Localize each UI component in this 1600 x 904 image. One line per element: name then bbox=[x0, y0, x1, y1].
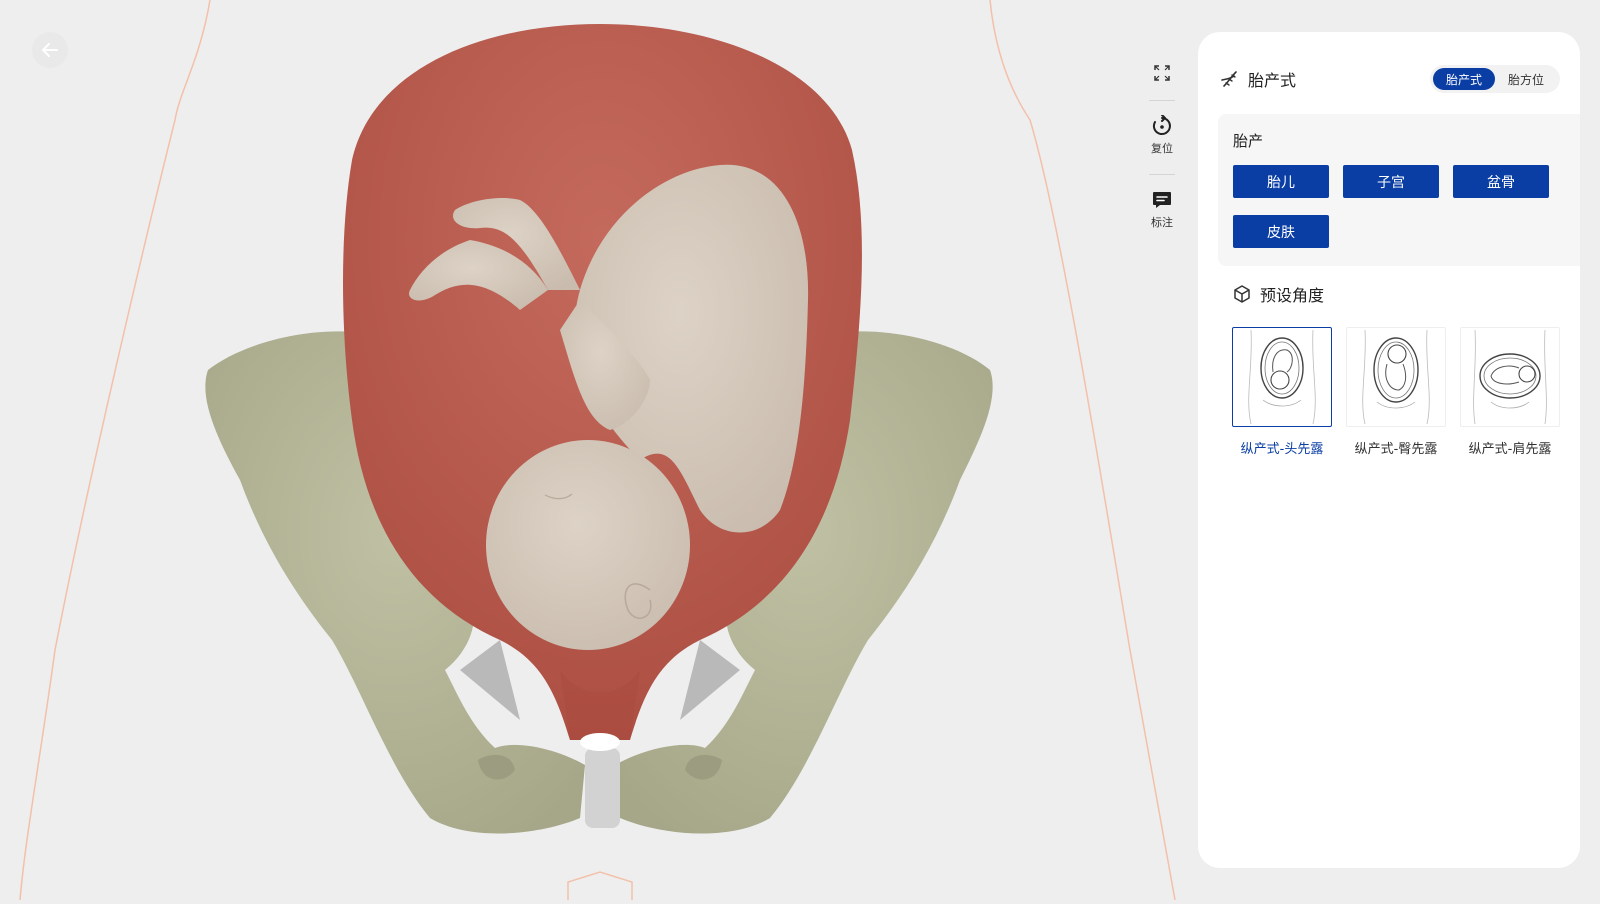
preset-thumbnail bbox=[1232, 327, 1332, 427]
dna-icon bbox=[1221, 71, 1237, 87]
panel-header: 胎产式 胎产式 胎方位 bbox=[1220, 62, 1560, 96]
tab-fetal-lie[interactable]: 胎产式 bbox=[1432, 68, 1495, 90]
breech-sketch-icon bbox=[1362, 329, 1430, 425]
cephalic-sketch-icon bbox=[1248, 329, 1316, 425]
annotate-button[interactable]: 标注 bbox=[1136, 183, 1188, 240]
preset-breech[interactable]: 纵产式-臀先露 bbox=[1346, 327, 1446, 457]
preset-title: 预设角度 bbox=[1260, 286, 1325, 305]
back-button[interactable] bbox=[32, 32, 68, 68]
reset-icon bbox=[1152, 115, 1171, 135]
arrow-left-icon bbox=[42, 43, 58, 57]
annotate-label: 标注 bbox=[1151, 216, 1173, 229]
reset-label: 复位 bbox=[1151, 142, 1173, 155]
preset-thumbnail bbox=[1346, 327, 1446, 427]
pubic-symphysis bbox=[585, 748, 620, 828]
toolbar-divider bbox=[1149, 100, 1175, 101]
layer-skin-button[interactable]: 皮肤 bbox=[1233, 215, 1329, 248]
layer-section-label: 胎产 bbox=[1233, 132, 1264, 150]
preset-shoulder[interactable]: 纵产式-肩先露 bbox=[1460, 327, 1560, 457]
preset-thumbnail bbox=[1460, 327, 1560, 427]
preset-header: 预设角度 bbox=[1232, 282, 1324, 306]
view-toolbar: 复位 标注 bbox=[1136, 58, 1188, 240]
cube-icon bbox=[1234, 285, 1250, 303]
reset-button[interactable]: 复位 bbox=[1136, 109, 1188, 166]
preset-label: 纵产式-头先露 bbox=[1240, 442, 1324, 457]
layer-pelvis-button[interactable]: 盆骨 bbox=[1453, 165, 1549, 198]
mode-segmented-control: 胎产式 胎方位 bbox=[1429, 65, 1560, 93]
tab-fetal-position[interactable]: 胎方位 bbox=[1495, 68, 1557, 90]
fetal-lie-panel: 胎产式 胎产式 胎方位 胎产 胎儿 子宫 盆骨 皮肤 预设角度 纵产式-头先露 … bbox=[1198, 32, 1580, 868]
preset-cephalic[interactable]: 纵产式-头先露 bbox=[1232, 327, 1332, 457]
panel-title: 胎产式 bbox=[1248, 71, 1297, 90]
layer-uterus-button[interactable]: 子宫 bbox=[1343, 165, 1439, 198]
fullscreen-button[interactable] bbox=[1136, 58, 1188, 92]
toolbar-divider bbox=[1149, 174, 1175, 175]
layer-section: 胎产 胎儿 子宫 盆骨 皮肤 bbox=[1218, 114, 1580, 266]
fullscreen-icon bbox=[1154, 65, 1170, 81]
preset-label: 纵产式-臀先露 bbox=[1354, 442, 1438, 457]
comment-icon bbox=[1153, 192, 1171, 208]
transverse-sketch-icon bbox=[1473, 329, 1547, 425]
layer-fetus-button[interactable]: 胎儿 bbox=[1233, 165, 1329, 198]
preset-label: 纵产式-肩先露 bbox=[1468, 442, 1552, 457]
